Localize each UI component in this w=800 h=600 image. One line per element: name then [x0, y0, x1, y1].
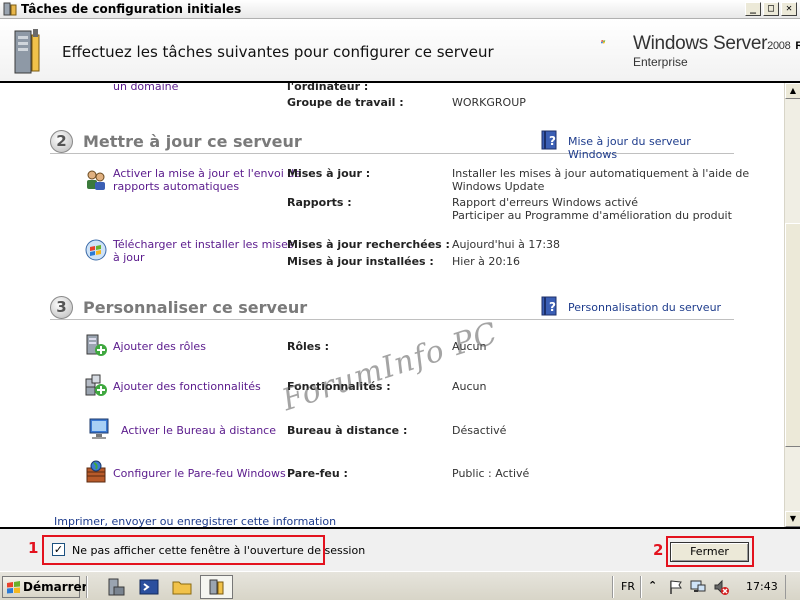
download-updates-link[interactable]: Télécharger et installer les mises à jou…: [113, 238, 294, 264]
header-banner: Effectuez les tâches suivantes pour conf…: [0, 19, 800, 83]
show-hidden-icons-icon[interactable]: ⌃: [648, 579, 664, 595]
svg-text:?: ?: [549, 134, 556, 148]
annotation-number-1: 1: [28, 539, 39, 557]
network-icon: [84, 83, 108, 95]
add-features-icon: [85, 374, 107, 396]
minimize-button[interactable]: _: [745, 2, 761, 16]
users-icon: [87, 170, 105, 190]
maximize-button[interactable]: □: [763, 2, 779, 16]
enable-updates-link-line2[interactable]: rapports automatiques: [113, 180, 301, 193]
add-features-link[interactable]: Ajouter des fonctionnalités: [113, 380, 261, 393]
powershell-icon[interactable]: [139, 577, 159, 597]
brand-release: R2: [795, 40, 800, 52]
section-update-title: Mettre à jour ce serveur: [83, 132, 302, 151]
reports-value-line2: Participer au Programme d'amélioration d…: [452, 209, 732, 222]
reports-value: Rapport d'erreurs Windows activé Partici…: [452, 196, 732, 222]
section-update-header: 2 Mettre à jour ce serveur ? Mise à jour…: [50, 130, 734, 161]
windows-flag-icon: [7, 581, 20, 594]
remote-desktop-value: Désactivé: [452, 424, 507, 437]
scrollbar-thumb[interactable]: [785, 223, 800, 447]
updates-installed-label: Mises à jour installées :: [287, 255, 434, 268]
taskbar: Démarrer FR ⌃ 17:43: [0, 571, 800, 600]
tray-separator: [612, 576, 614, 598]
updates-value: Installer les mises à jour automatiqueme…: [452, 167, 749, 193]
vertical-scrollbar[interactable]: ▲ ▼: [784, 83, 800, 527]
window-titlebar: Tâches de configuration initiales _ □ ✕: [0, 0, 800, 19]
volume-muted-icon[interactable]: [713, 579, 729, 595]
customize-help-link[interactable]: Personnalisation du serveur: [568, 301, 721, 314]
remote-desktop-label: Bureau à distance :: [287, 424, 408, 437]
firewall-icon: [86, 460, 106, 483]
start-button[interactable]: Démarrer: [2, 576, 88, 598]
download-updates-link-line2[interactable]: à jour: [113, 251, 294, 264]
updates-installed-value: Hier à 20:16: [452, 255, 521, 268]
start-label[interactable]: Démarrer: [23, 577, 88, 597]
network-tray-icon[interactable]: [690, 579, 706, 595]
tasks-panel: un domaine l'ordinateur : Groupe de trav…: [0, 83, 784, 527]
scroll-down-arrow-icon[interactable]: ▼: [785, 511, 800, 527]
section-customize-title: Personnaliser ce serveur: [83, 298, 308, 317]
action-center-flag-icon[interactable]: [668, 579, 684, 595]
app-icon: [3, 2, 17, 16]
updates-value-line2: Windows Update: [452, 180, 545, 193]
updates-label: Mises à jour :: [287, 167, 371, 180]
initial-config-taskbar-button[interactable]: [200, 575, 233, 599]
enable-updates-link[interactable]: Activer la mise à jour et l'envoi de rap…: [113, 167, 301, 193]
taskbar-separator: [86, 576, 88, 598]
server-manager-icon[interactable]: [106, 577, 126, 597]
enable-updates-link-line1[interactable]: Activer la mise à jour et l'envoi de: [113, 167, 301, 180]
language-indicator[interactable]: FR: [621, 580, 635, 593]
close-window-button[interactable]: ✕: [781, 2, 797, 16]
add-roles-icon: [86, 334, 107, 356]
workgroup-label: Groupe de travail :: [287, 96, 404, 109]
section-number-3: 3: [50, 296, 73, 319]
updates-value-line1: Installer les mises à jour automatiqueme…: [452, 167, 750, 180]
brand-name-text: Windows Server: [633, 33, 768, 54]
remote-desktop-link[interactable]: Activer le Bureau à distance: [121, 424, 276, 437]
svg-text:?: ?: [549, 300, 556, 314]
annotation-number-2: 2: [653, 541, 664, 559]
workgroup-value: WORKGROUP: [452, 96, 526, 109]
features-value: Aucun: [452, 380, 487, 393]
help-book-icon: ?: [541, 296, 557, 316]
annotation-box-1: [42, 535, 325, 565]
dialog-footer: ✓ Ne pas afficher cette fenêtre à l'ouve…: [0, 527, 800, 571]
firewall-value: Public : Activé: [452, 467, 530, 480]
windows-logo-icon: [601, 40, 606, 44]
updates-checked-label: Mises à jour recherchées :: [287, 238, 450, 251]
annotation-box-2: [666, 536, 754, 567]
server-tools-icon: [14, 29, 40, 74]
add-roles-link[interactable]: Ajouter des rôles: [113, 340, 206, 353]
brand-version: 2008: [767, 40, 791, 52]
help-book-icon: ?: [541, 130, 557, 150]
clock[interactable]: 17:43: [746, 580, 778, 593]
explorer-folder-icon[interactable]: [172, 577, 192, 597]
firewall-link[interactable]: Configurer le Pare-feu Windows: [113, 467, 286, 480]
show-desktop-button[interactable]: [785, 575, 798, 599]
brand-name: Windows Server2008 R2: [633, 33, 800, 55]
section-number-2: 2: [50, 130, 73, 153]
brand-edition: Enterprise: [633, 55, 688, 69]
print-save-link[interactable]: Imprimer, envoyer ou enregistrer cette i…: [54, 515, 336, 527]
updates-checked-value: Aujourd'hui à 17:38: [452, 238, 561, 251]
roles-label: Rôles :: [287, 340, 330, 353]
remote-desktop-icon: [89, 418, 109, 439]
computer-name-label: l'ordinateur :: [287, 83, 369, 93]
window-title: Tâches de configuration initiales: [21, 2, 242, 16]
firewall-label: Pare-feu :: [287, 467, 348, 480]
download-updates-link-line1[interactable]: Télécharger et installer les mises: [113, 238, 294, 251]
scroll-up-arrow-icon[interactable]: ▲: [785, 83, 800, 99]
reports-value-line1: Rapport d'erreurs Windows activé: [452, 196, 639, 209]
section-customize-header: 3 Personnaliser ce serveur ? Personnalis…: [50, 296, 734, 320]
windows-update-icon: [85, 239, 107, 261]
reports-label: Rapports :: [287, 196, 352, 209]
windows-update-help-link[interactable]: Mise à jour du serveur Windows: [568, 135, 734, 161]
page-subtitle: Effectuez les tâches suivantes pour conf…: [62, 43, 494, 61]
tray-separator-2: [640, 576, 642, 598]
initial-config-icon: [209, 579, 224, 595]
join-domain-link[interactable]: un domaine: [113, 83, 178, 93]
